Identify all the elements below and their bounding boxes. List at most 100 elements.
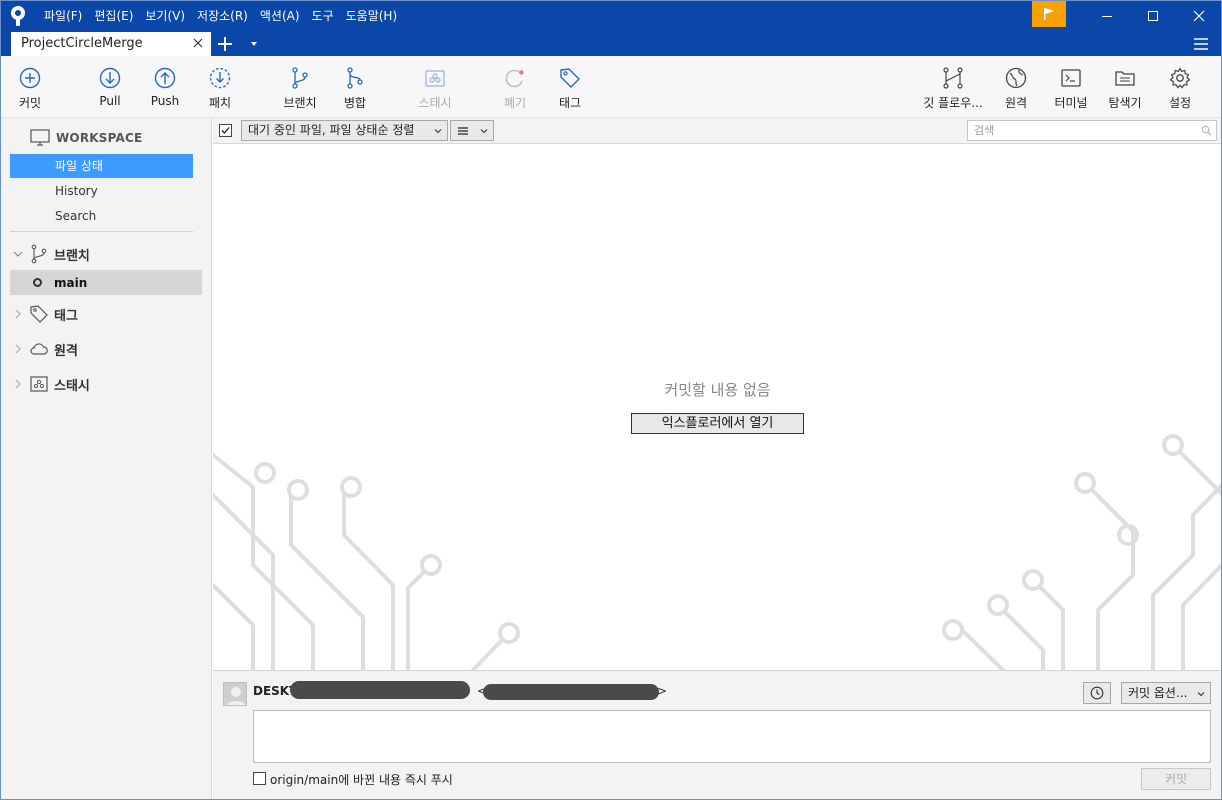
empty-state-message: 커밋할 내용 없음 (664, 381, 771, 399)
terminal-button[interactable]: 터미널 (1050, 56, 1092, 118)
settings-button[interactable]: 설정 (1162, 56, 1198, 118)
circuit-background-art (213, 434, 1222, 670)
menu-help[interactable]: 도움말(H) (340, 0, 404, 32)
menu-actions[interactable]: 액션(A) (254, 0, 306, 32)
arrow-up-circle-icon (154, 67, 176, 89)
sort-dropdown[interactable]: 대기 중인 파일, 파일 상태순 정렬 (241, 120, 448, 141)
push-immediately-label: origin/main에 바뀐 내용 즉시 푸시 (270, 773, 453, 787)
explorer-button[interactable]: 탐색기 (1104, 56, 1146, 118)
monitor-icon (30, 129, 50, 146)
minimize-icon (1102, 16, 1112, 17)
terminal-label: 터미널 (1054, 96, 1088, 110)
hamburger-menu-icon[interactable] (1192, 35, 1210, 53)
main-toolbar: 커밋 Pull Push 패치 브랜치 병합 스태시 폐기 태그 깃 플로우..… (0, 56, 1222, 118)
git-flow-icon (943, 67, 963, 89)
terminal-icon (1061, 69, 1081, 87)
maximize-button[interactable] (1130, 0, 1176, 32)
file-filter-bar: 대기 중인 파일, 파일 상태순 정렬 검색 (213, 118, 1222, 144)
current-branch-icon (33, 278, 42, 287)
discard-button[interactable]: 폐기 (498, 56, 532, 118)
search-placeholder: 검색 (974, 124, 995, 137)
push-button[interactable]: Push (146, 56, 184, 118)
open-in-explorer-button[interactable]: 익스플로러에서 열기 (631, 413, 804, 434)
commit-options-dropdown[interactable]: 커밋 옵션... (1121, 682, 1211, 704)
menu-repository[interactable]: 저장소(R) (191, 0, 254, 32)
sidebar-section-stashes[interactable]: 스태시 (10, 372, 202, 396)
globe-icon (1005, 67, 1027, 89)
tags-label: 태그 (54, 308, 78, 324)
title-bar: 파일(F) 편집(E) 보기(V) 저장소(R) 액션(A) 도구 도움말(H)… (0, 0, 1222, 56)
clock-icon (1090, 686, 1104, 700)
minimize-button[interactable] (1084, 0, 1130, 32)
merge-button[interactable]: 병합 (338, 56, 372, 118)
arrow-down-circle-icon (99, 67, 121, 89)
chevron-right-icon (15, 309, 21, 319)
workspace-header: WORKSPACE (30, 128, 142, 148)
file-status-pane: 커밋할 내용 없음 익스플로러에서 열기 (213, 145, 1222, 670)
user-avatar-icon (226, 687, 246, 705)
tab-close-icon[interactable] (191, 36, 205, 50)
sidebar-item-history[interactable]: History (10, 179, 193, 203)
pull-button[interactable]: Pull (92, 56, 128, 118)
search-input[interactable]: 검색 (967, 120, 1217, 141)
plus-circle-icon (19, 67, 41, 89)
maximize-icon (1148, 11, 1158, 21)
menu-edit[interactable]: 편집(E) (88, 0, 139, 32)
tag-button[interactable]: 태그 (552, 56, 588, 118)
push-immediately-checkbox[interactable] (253, 772, 266, 785)
menu-file[interactable]: 파일(F) (38, 0, 88, 32)
commit-toolbar-button[interactable]: 커밋 (12, 56, 48, 118)
sidebar-section-branches[interactable]: 브랜치 (10, 242, 202, 266)
search-icon (1201, 125, 1212, 136)
notification-flag-button[interactable] (1032, 0, 1066, 27)
email-close-bracket: > (657, 684, 668, 698)
sidebar-item-file-status[interactable]: 파일 상태 (10, 154, 193, 178)
remote-label: 원격 (1004, 96, 1028, 110)
commit-history-button[interactable] (1083, 682, 1111, 704)
close-button[interactable] (1176, 0, 1222, 32)
branch-button[interactable]: 브랜치 (280, 56, 320, 118)
menu-view[interactable]: 보기(V) (139, 0, 191, 32)
merge-icon (347, 67, 363, 89)
branches-label: 브랜치 (54, 248, 90, 264)
stash-icon (425, 70, 445, 87)
commit-message-input[interactable] (253, 710, 1211, 763)
patch-button[interactable]: 패치 (202, 56, 238, 118)
sort-dropdown-value: 대기 중인 파일, 파일 상태순 정렬 (248, 123, 415, 137)
select-all-checkbox[interactable] (219, 124, 232, 137)
remotes-label: 원격 (54, 343, 78, 359)
tab-list-dropdown-icon[interactable] (248, 38, 260, 50)
sidebar-section-remotes[interactable]: 원격 (10, 337, 202, 361)
cloud-icon (30, 343, 48, 355)
chevron-down-icon (1197, 692, 1205, 697)
sidebar-section-tags[interactable]: 태그 (10, 302, 202, 326)
commit-button[interactable]: 커밋 (1141, 768, 1211, 790)
patch-download-icon (209, 67, 231, 89)
new-tab-plus-icon[interactable] (215, 34, 235, 54)
list-view-icon (458, 127, 468, 135)
git-flow-button[interactable]: 깃 플로우... (918, 56, 988, 118)
chevron-down-icon (434, 129, 442, 134)
chevron-down-icon (13, 251, 23, 257)
commit-toolbar-label: 커밋 (18, 96, 42, 110)
checkmark-icon (221, 127, 230, 134)
push-label: Push (150, 94, 180, 108)
stash-button[interactable]: 스태시 (412, 56, 458, 118)
flag-icon (1044, 7, 1054, 20)
redacted-author-mark (290, 681, 470, 699)
git-flow-label: 깃 플로우... (923, 96, 983, 110)
gear-icon (1169, 67, 1191, 89)
menu-tools[interactable]: 도구 (306, 0, 340, 32)
sourcetree-logo-icon (11, 6, 25, 26)
sidebar: WORKSPACE 파일 상태 History Search 브랜치 main … (0, 118, 212, 800)
tag-icon (30, 305, 48, 323)
tab-project[interactable]: ProjectCircleMerge (11, 32, 211, 56)
sidebar-divider (10, 231, 193, 232)
chevron-down-icon (480, 129, 488, 134)
remote-button[interactable]: 원격 (998, 56, 1034, 118)
workspace-label: WORKSPACE (56, 131, 143, 145)
branch-item-main[interactable]: main (10, 270, 202, 295)
view-mode-dropdown[interactable] (450, 120, 494, 141)
merge-label: 병합 (343, 96, 367, 110)
sidebar-item-search[interactable]: Search (10, 204, 193, 228)
